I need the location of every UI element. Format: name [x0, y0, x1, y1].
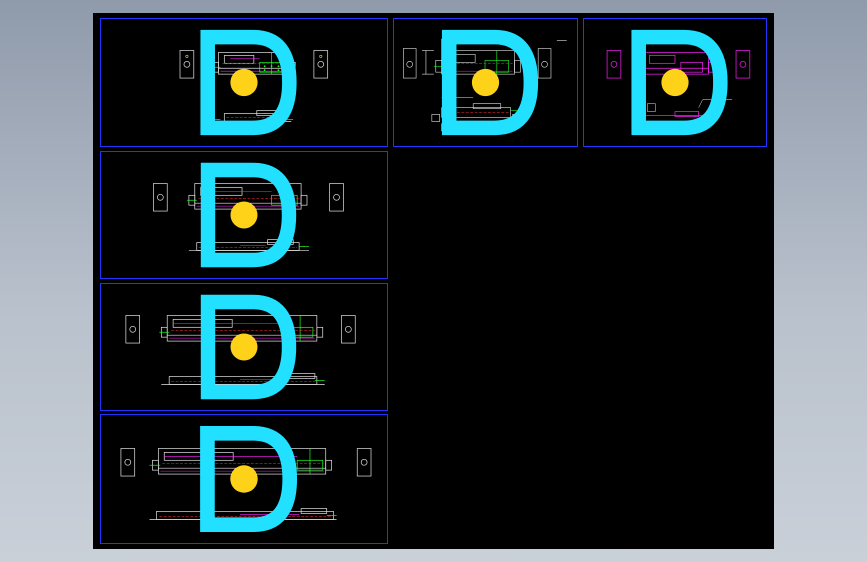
cad-model-space[interactable]	[93, 13, 774, 549]
company-logo-icon	[200, 425, 298, 533]
company-logo-icon	[631, 29, 728, 136]
drawing-sheet-4[interactable]	[100, 151, 388, 279]
company-logo-icon	[200, 162, 297, 268]
drawing-sheet-5[interactable]	[100, 283, 388, 411]
drawing-sheet-2[interactable]	[393, 18, 578, 147]
drawing-sheet-1[interactable]	[100, 18, 388, 147]
company-logo-icon	[441, 29, 539, 136]
drawing-sheet-3[interactable]	[583, 18, 767, 147]
drawing-sheet-6[interactable]	[100, 414, 388, 544]
company-logo-icon	[200, 29, 297, 136]
company-logo-icon	[200, 294, 297, 400]
